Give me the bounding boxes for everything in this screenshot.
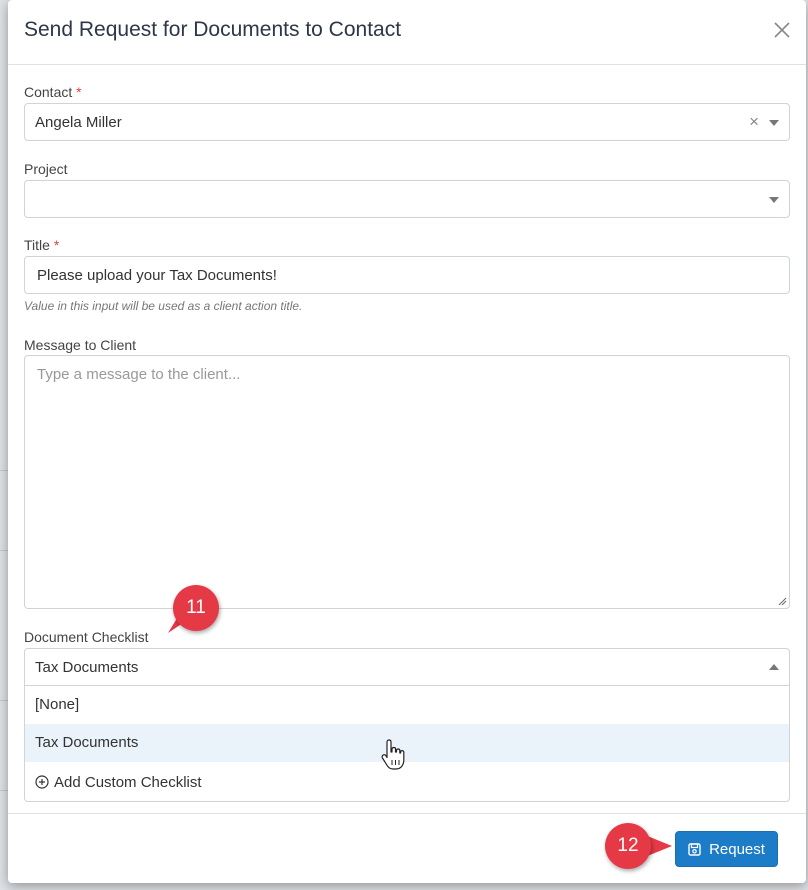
hand-pointer-icon bbox=[381, 739, 405, 770]
send-request-modal: Send Request for Documents to Contact Co… bbox=[8, 0, 806, 883]
add-custom-label: Add Custom Checklist bbox=[54, 773, 202, 791]
message-label: Message to Client bbox=[24, 337, 137, 353]
chevron-up-icon bbox=[769, 664, 779, 670]
checklist-dropdown: [None] Tax Documents Add Custom Checklis… bbox=[24, 686, 790, 802]
contact-select[interactable]: Angela Miller × bbox=[24, 103, 790, 141]
title-input[interactable]: Please upload your Tax Documents! bbox=[24, 256, 790, 294]
save-icon bbox=[688, 842, 701, 856]
title-value: Please upload your Tax Documents! bbox=[37, 267, 277, 284]
contact-value: Angela Miller bbox=[35, 114, 122, 131]
step-callout-12: 12 bbox=[605, 823, 651, 869]
contact-label-text: Contact bbox=[24, 84, 73, 100]
title-label: Title * bbox=[24, 237, 59, 253]
clear-icon[interactable]: × bbox=[749, 112, 759, 132]
request-label: Request bbox=[709, 840, 765, 858]
close-button[interactable] bbox=[772, 20, 792, 40]
message-textarea[interactable]: Type a message to the client... bbox=[24, 355, 790, 609]
chevron-down-icon bbox=[769, 120, 779, 126]
dropdown-option-tax-documents[interactable]: Tax Documents bbox=[25, 724, 789, 762]
chevron-down-icon bbox=[769, 197, 779, 203]
request-button[interactable]: Request bbox=[675, 831, 778, 867]
add-custom-checklist-option[interactable]: Add Custom Checklist bbox=[25, 763, 789, 801]
required-mark: * bbox=[53, 237, 60, 253]
title-hint: Value in this input will be used as a cl… bbox=[24, 299, 303, 313]
resize-grip-icon[interactable] bbox=[777, 596, 787, 606]
plus-circle-icon bbox=[35, 775, 49, 789]
step-callout-11: 11 bbox=[173, 585, 219, 631]
title-label-text: Title bbox=[24, 237, 50, 253]
checklist-select[interactable]: Tax Documents bbox=[24, 648, 790, 686]
modal-header: Send Request for Documents to Contact bbox=[8, 0, 806, 65]
project-label: Project bbox=[24, 161, 68, 177]
checklist-value: Tax Documents bbox=[35, 659, 139, 676]
modal-title: Send Request for Documents to Contact bbox=[24, 18, 402, 41]
option-label: [None] bbox=[35, 696, 80, 713]
close-icon bbox=[774, 22, 790, 38]
message-placeholder: Type a message to the client... bbox=[37, 366, 241, 383]
modal-footer: Request bbox=[8, 813, 806, 883]
dropdown-option-none[interactable]: [None] bbox=[25, 686, 789, 724]
checklist-label: Document Checklist bbox=[24, 629, 149, 645]
contact-label: Contact * bbox=[24, 84, 82, 100]
option-label: Tax Documents bbox=[35, 734, 139, 751]
project-select[interactable] bbox=[24, 180, 790, 218]
required-mark: * bbox=[76, 84, 82, 100]
